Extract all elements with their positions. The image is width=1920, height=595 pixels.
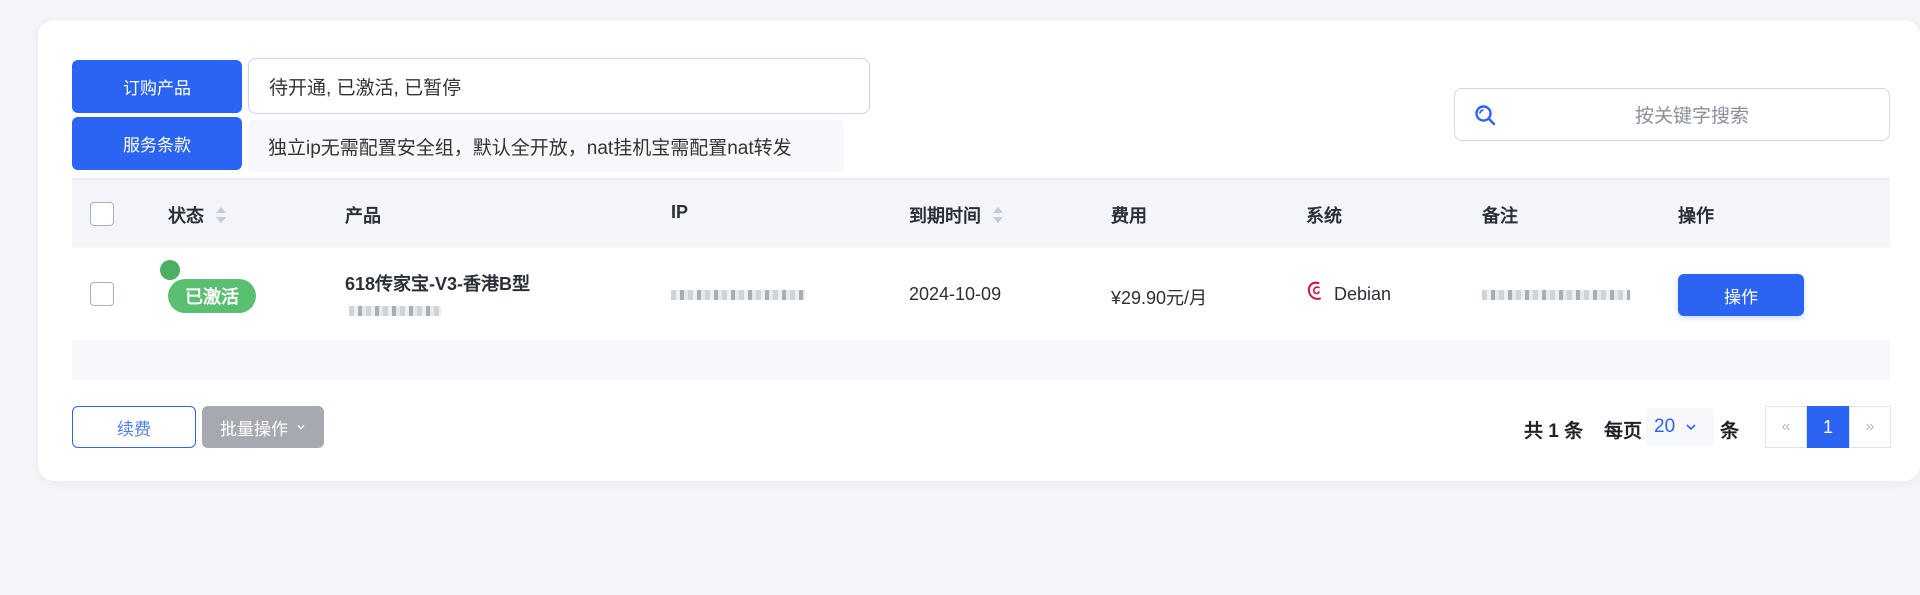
column-fee-label: 费用 — [1111, 206, 1147, 226]
batch-actions-button[interactable]: 批量操作 — [202, 406, 324, 448]
column-notes-label: 备注 — [1482, 206, 1518, 226]
column-os-label: 系统 — [1306, 206, 1342, 226]
column-notes: 备注 — [1482, 202, 1518, 228]
prev-page-button[interactable]: « — [1765, 406, 1807, 448]
column-status-label: 状态 — [168, 206, 204, 226]
notes-redacted — [1482, 290, 1630, 300]
search-icon — [1475, 105, 1496, 126]
fee-value: ¥29.90元/月 — [1111, 288, 1208, 308]
per-page-prefix: 每页 — [1604, 421, 1643, 442]
column-expiry[interactable]: 到期时间 — [909, 202, 1003, 228]
renew-button[interactable]: 续费 — [72, 406, 196, 448]
column-status[interactable]: 状态 — [168, 202, 226, 228]
status-filter-select[interactable]: 待开通, 已激活, 已暂停 — [248, 58, 870, 114]
sort-icon[interactable] — [216, 207, 226, 223]
row-checkbox[interactable] — [90, 282, 114, 306]
status-badge: 已激活 — [168, 279, 256, 313]
total-count: 共 1 条 — [1524, 421, 1584, 442]
table-row: 已激活 618传家宝-V3-香港B型 2024-10-09 ¥29.90元/月 … — [72, 248, 1890, 340]
column-os: 系统 — [1306, 202, 1342, 228]
select-all-checkbox[interactable] — [90, 202, 114, 226]
status-filter-value: 待开通, 已激活, 已暂停 — [269, 77, 462, 99]
batch-actions-label: 批量操作 — [220, 419, 288, 439]
ip-redacted — [671, 290, 805, 300]
product-id-redacted — [349, 306, 441, 316]
os-name: Debian — [1334, 284, 1392, 304]
column-product-label: 产品 — [345, 206, 381, 226]
sort-icon[interactable] — [993, 207, 1003, 223]
order-product-button[interactable]: 订购产品 — [72, 60, 242, 113]
terms-of-service-button[interactable]: 服务条款 — [72, 117, 242, 170]
services-table: 状态 产品 IP 到期时间 费用 系统 备注 操作 已激活 618传家宝-V3-… — [72, 178, 1890, 380]
notice-label: 独立ip无需配置安全组，默认全开放，nat挂机宝需配置nat转发 — [268, 137, 792, 159]
chevron-down-icon — [1686, 424, 1696, 431]
column-ip: IP — [671, 202, 688, 223]
chevron-down-icon — [297, 425, 305, 430]
search-input[interactable]: 按关键字搜索 — [1454, 88, 1890, 141]
page-1-button[interactable]: 1 — [1807, 406, 1849, 448]
debian-logo-icon — [1307, 281, 1321, 300]
pagination: « 1 » — [1765, 406, 1891, 448]
status-dot — [160, 260, 180, 280]
column-actions-label: 操作 — [1678, 206, 1714, 226]
page-size-value: 20 — [1654, 416, 1676, 437]
page-size-select[interactable]: 20 — [1646, 408, 1714, 446]
column-actions: 操作 — [1678, 202, 1714, 228]
search-placeholder: 按关键字搜索 — [1634, 106, 1749, 127]
table-header: 状态 产品 IP 到期时间 费用 系统 备注 操作 — [72, 178, 1890, 246]
column-expiry-label: 到期时间 — [909, 206, 981, 226]
per-page-suffix: 条 — [1720, 421, 1740, 442]
product-name[interactable]: 618传家宝-V3-香港B型 — [345, 270, 530, 296]
column-fee: 费用 — [1111, 202, 1147, 228]
notice-text: 独立ip无需配置安全组，默认全开放，nat挂机宝需配置nat转发 — [248, 120, 844, 172]
column-ip-label: IP — [671, 202, 689, 222]
expiry-date: 2024-10-09 — [909, 284, 1002, 304]
next-page-button[interactable]: » — [1849, 406, 1891, 448]
column-product: 产品 — [345, 202, 381, 228]
operate-button[interactable]: 操作 — [1678, 274, 1804, 316]
